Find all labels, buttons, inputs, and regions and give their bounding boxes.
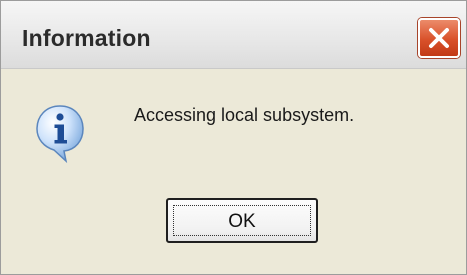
- dialog-title: Information: [22, 25, 151, 51]
- info-icon: [36, 105, 84, 164]
- ok-button-label: OK: [228, 211, 256, 232]
- dialog-message: Accessing local subsystem.: [134, 105, 355, 125]
- title-bar[interactable]: Information: [1, 1, 466, 69]
- close-icon: [429, 28, 449, 48]
- ok-button[interactable]: OK: [166, 198, 318, 243]
- information-dialog: Information Accessing local subsystem. O…: [0, 0, 467, 275]
- close-button[interactable]: [418, 18, 460, 58]
